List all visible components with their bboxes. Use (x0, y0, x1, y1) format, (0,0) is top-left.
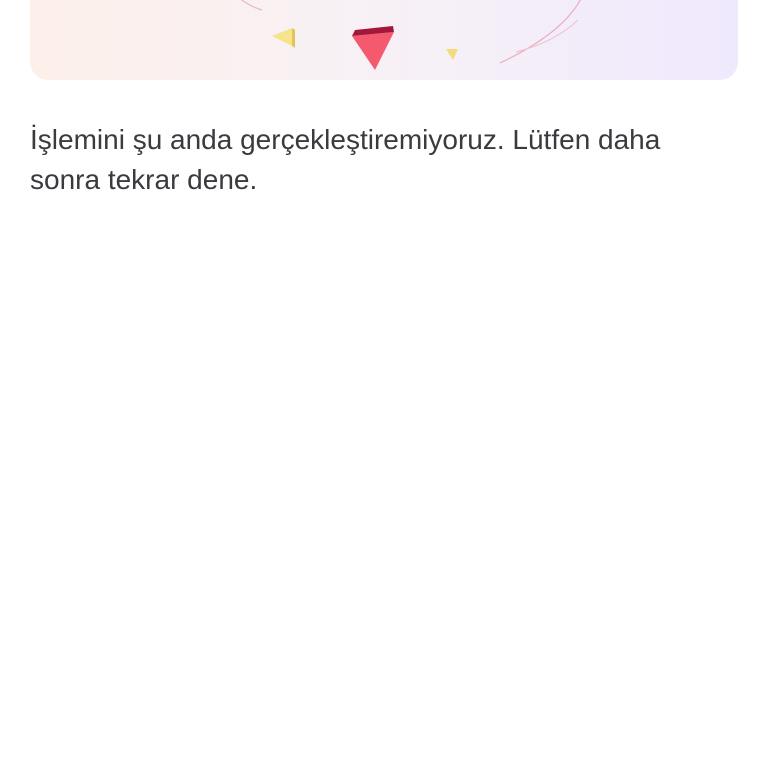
confetti-arc-icon (499, 0, 581, 64)
yellow-triangle-icon (446, 49, 458, 60)
confetti-arc-icon (240, 0, 263, 11)
pink-triangle-icon (352, 32, 394, 70)
yellow-triangle-icon (292, 28, 295, 48)
error-illustration-card (30, 0, 738, 80)
error-illustration (240, 0, 581, 70)
yellow-triangle-icon (272, 28, 292, 46)
error-message: İşlemini şu anda gerçekleştiremiyoruz. L… (30, 124, 661, 195)
